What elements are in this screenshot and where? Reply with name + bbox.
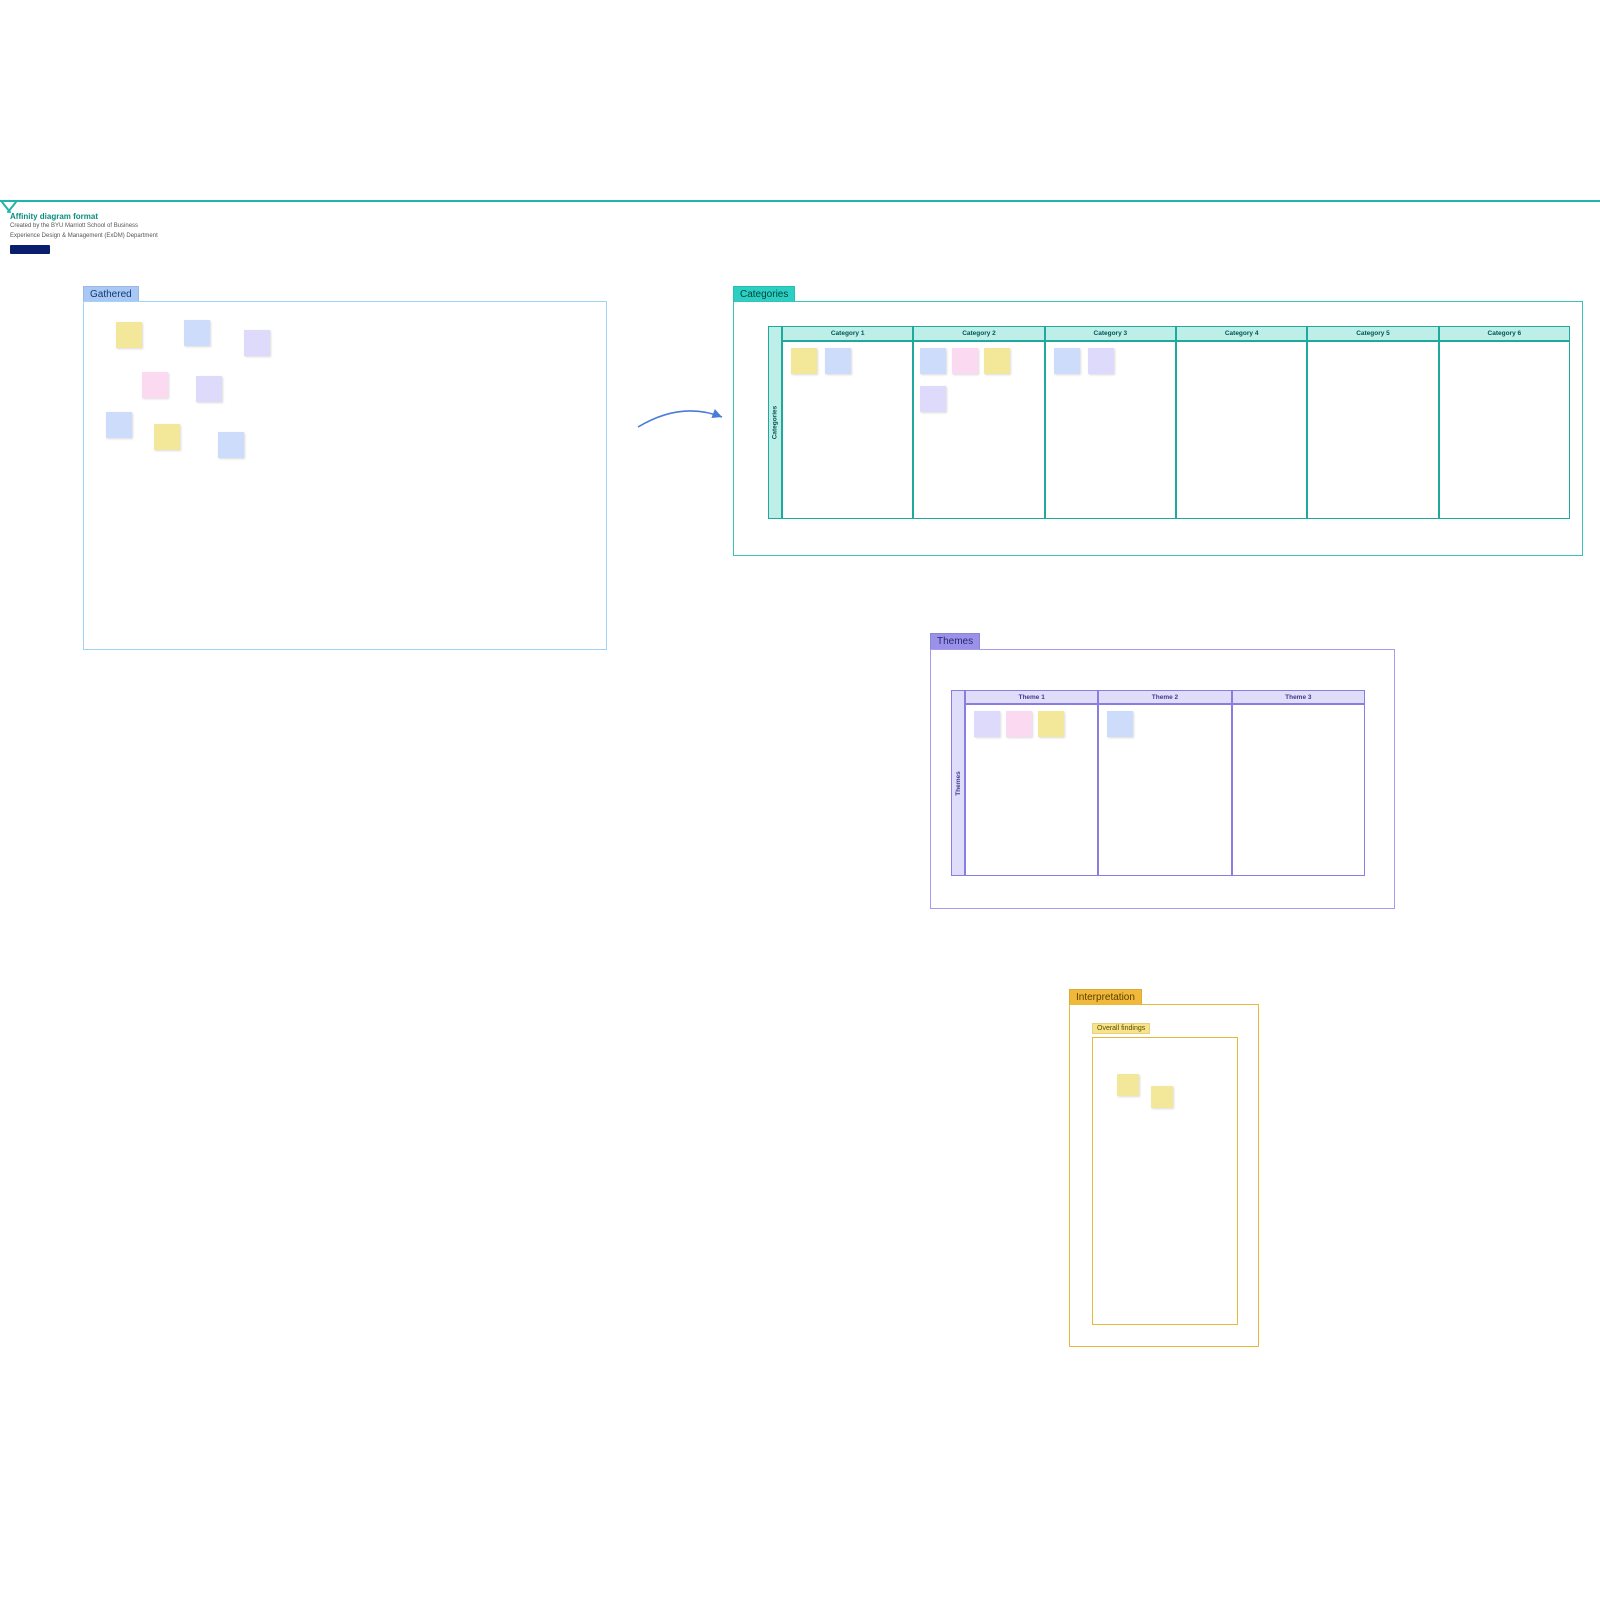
sticky-note[interactable] — [974, 711, 1000, 737]
sticky-note[interactable] — [920, 348, 946, 374]
category-cell-1[interactable] — [782, 341, 913, 519]
sticky-note[interactable] — [184, 320, 210, 346]
sticky-note[interactable] — [154, 424, 180, 450]
category-cell-5[interactable] — [1307, 341, 1438, 519]
sticky-note[interactable] — [218, 432, 244, 458]
sticky-note[interactable] — [1006, 711, 1032, 737]
sticky-note[interactable] — [1117, 1074, 1139, 1096]
themes-panel[interactable]: Themes Theme 1 Theme 2 Theme 3 — [930, 649, 1395, 909]
sticky-note[interactable] — [984, 348, 1010, 374]
theme-cell-1[interactable] — [965, 704, 1098, 876]
sticky-note[interactable] — [142, 372, 168, 398]
sticky-note[interactable] — [1151, 1086, 1173, 1108]
sticky-note[interactable] — [920, 386, 946, 412]
category-header: Category 3 — [1045, 326, 1176, 341]
overall-findings-box[interactable] — [1092, 1037, 1238, 1325]
category-cell-3[interactable] — [1045, 341, 1176, 519]
sticky-note[interactable] — [1107, 711, 1133, 737]
category-header: Category 4 — [1176, 326, 1307, 341]
diagram-canvas[interactable]: Affinity diagram format Created by the B… — [0, 0, 1600, 1600]
sticky-note[interactable] — [952, 348, 978, 374]
theme-header: Theme 1 — [965, 690, 1098, 704]
gathered-panel[interactable] — [83, 301, 607, 650]
themes-side-label: Themes — [951, 690, 965, 876]
sticky-note[interactable] — [825, 348, 851, 374]
themes-table: Themes Theme 1 Theme 2 Theme 3 — [965, 690, 1365, 876]
category-cell-6[interactable] — [1439, 341, 1570, 519]
category-header: Category 6 — [1439, 326, 1570, 341]
categories-side-label: Categories — [768, 326, 782, 519]
inner-tab-overall-findings[interactable]: Overall findings — [1092, 1023, 1150, 1034]
sticky-note[interactable] — [1038, 711, 1064, 737]
org-badge — [10, 245, 50, 254]
categories-table: Categories Category 1 Category 2 Categor… — [782, 326, 1570, 519]
sticky-note[interactable] — [1088, 348, 1114, 374]
category-cell-4[interactable] — [1176, 341, 1307, 519]
theme-cell-3[interactable] — [1232, 704, 1365, 876]
sticky-note[interactable] — [196, 376, 222, 402]
category-header: Category 2 — [913, 326, 1044, 341]
theme-cell-2[interactable] — [1098, 704, 1231, 876]
flow-arrow-icon — [636, 405, 726, 435]
sticky-note[interactable] — [791, 348, 817, 374]
sticky-note[interactable] — [116, 322, 142, 348]
sticky-note[interactable] — [106, 412, 132, 438]
document-title: Affinity diagram format — [10, 212, 158, 221]
category-header: Category 1 — [782, 326, 913, 341]
theme-header: Theme 3 — [1232, 690, 1365, 704]
sticky-note[interactable] — [1054, 348, 1080, 374]
interpretation-panel[interactable]: Overall findings — [1069, 1004, 1259, 1347]
categories-panel[interactable]: Categories Category 1 Category 2 Categor… — [733, 301, 1583, 556]
document-subtitle-2: Experience Design & Management (ExDM) De… — [10, 233, 158, 241]
document-subtitle-1: Created by the BYU Marriott School of Bu… — [10, 223, 158, 231]
category-header: Category 5 — [1307, 326, 1438, 341]
header-block: Affinity diagram format Created by the B… — [10, 212, 158, 254]
theme-header: Theme 2 — [1098, 690, 1231, 704]
category-cell-2[interactable] — [913, 341, 1044, 519]
top-divider — [0, 200, 1600, 202]
sticky-note[interactable] — [244, 330, 270, 356]
